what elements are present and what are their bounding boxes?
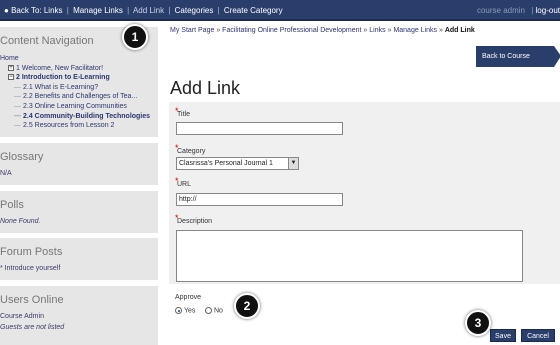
tree-line-icon: — bbox=[14, 122, 21, 130]
required-marker: * bbox=[175, 106, 179, 116]
top-bar: ● Back To: Links | Manage Links | Add Li… bbox=[0, 0, 560, 21]
title-input[interactable] bbox=[176, 122, 343, 135]
tree-item-sub4[interactable]: —2.4 Community-Building Technologies bbox=[0, 112, 158, 122]
back-to-links-link[interactable]: Back To: Links bbox=[11, 6, 62, 15]
tree-item-introduction[interactable]: −2 Introduction to E-Learning bbox=[0, 73, 158, 83]
tree-item-sub5[interactable]: —2.5 Resources from Lesson 2 bbox=[0, 121, 158, 131]
approve-label: Approve bbox=[175, 294, 202, 301]
collapse-icon[interactable]: − bbox=[8, 74, 14, 81]
manage-links-link[interactable]: Manage Links bbox=[73, 6, 123, 15]
glossary-panel: Glossary N/A bbox=[0, 143, 158, 185]
description-textarea[interactable] bbox=[176, 230, 523, 282]
category-select[interactable]: Clasrissa's Personal Journal 1 ▼ bbox=[176, 157, 299, 170]
expand-icon[interactable]: + bbox=[8, 64, 14, 71]
breadcrumb-separator: » bbox=[438, 27, 443, 34]
category-label-text: Category bbox=[177, 148, 206, 155]
breadcrumb-course[interactable]: Facilitating Online Professional Develop… bbox=[222, 27, 361, 34]
panel-title: Polls bbox=[0, 199, 24, 211]
description-label: * Description bbox=[175, 213, 213, 225]
breadcrumb-separator: » bbox=[387, 27, 392, 34]
username: course admin bbox=[476, 6, 525, 15]
breadcrumb-start[interactable]: My Start Page bbox=[170, 27, 214, 34]
breadcrumb-manage[interactable]: Manage Links bbox=[393, 27, 437, 34]
yes-label: Yes bbox=[184, 307, 196, 315]
panel-title: Users Online bbox=[0, 294, 64, 306]
tree-item-sub3[interactable]: —2.3 Online Learning Communities bbox=[0, 102, 158, 112]
polls-panel: Polls None Found. bbox=[0, 191, 158, 233]
required-marker: * bbox=[175, 176, 179, 186]
url-input[interactable]: http:// bbox=[176, 193, 343, 206]
add-link-link[interactable]: Add Link bbox=[133, 6, 164, 15]
breadcrumb-separator: » bbox=[216, 27, 221, 34]
glossary-text: N/A bbox=[0, 170, 12, 177]
category-selected-value: Clasrissa's Personal Journal 1 bbox=[179, 160, 273, 167]
approve-yes-radio[interactable]: Yes bbox=[175, 307, 195, 314]
content-tree: Home +1 Welcome, New Facilitator! −2 Int… bbox=[0, 54, 158, 131]
radio-selected-icon[interactable] bbox=[175, 307, 182, 314]
tree-item-label: 1 Welcome, New Facilitator! bbox=[16, 64, 104, 72]
top-nav: ● Back To: Links | Manage Links | Add Li… bbox=[4, 6, 283, 15]
breadcrumb: My Start Page » Facilitating Online Prof… bbox=[170, 27, 475, 34]
breadcrumb-current: Add Link bbox=[444, 27, 475, 34]
breadcrumb-links[interactable]: Links bbox=[369, 27, 385, 34]
separator: | bbox=[531, 6, 534, 15]
separator: | bbox=[66, 6, 69, 15]
tree-home[interactable]: Home bbox=[0, 54, 158, 64]
categories-link[interactable]: Categories bbox=[175, 6, 214, 15]
save-button[interactable]: Save bbox=[490, 329, 516, 342]
approve-no-radio[interactable]: No bbox=[205, 307, 223, 314]
callout-3: 3 bbox=[465, 310, 491, 336]
breadcrumb-separator: » bbox=[363, 27, 368, 34]
tree-item-sub1[interactable]: —2.1 What is E-Learning? bbox=[0, 83, 158, 93]
required-marker: * bbox=[175, 143, 179, 153]
users-online-panel: Users Online Course Admin Guests are not… bbox=[0, 286, 158, 345]
tree-item-label: 2.4 Community-Building Technologies bbox=[23, 112, 151, 120]
page-title: Add Link bbox=[170, 78, 241, 98]
callout-2: 2 bbox=[234, 293, 260, 319]
tree-item-welcome[interactable]: +1 Welcome, New Facilitator! bbox=[0, 64, 158, 74]
guests-note: Guests are not listed bbox=[0, 324, 65, 331]
panel-title: Forum Posts bbox=[0, 246, 63, 258]
radio-empty-icon[interactable] bbox=[205, 307, 212, 314]
no-label: No bbox=[214, 307, 223, 315]
online-user-link[interactable]: Course Admin bbox=[0, 313, 44, 320]
forum-post-link[interactable]: * Introduce yourself bbox=[0, 265, 60, 272]
tree-line-icon: — bbox=[14, 112, 21, 120]
tree-item-label: 2.1 What is E-Learning? bbox=[23, 83, 99, 91]
logout-link[interactable]: log-out bbox=[536, 6, 560, 15]
callout-1: 1 bbox=[122, 24, 148, 50]
tree-item-label: 2.3 Online Learning Communities bbox=[23, 102, 127, 110]
tree-line-icon: — bbox=[14, 83, 21, 91]
tree-item-label: 2 Introduction to E-Learning bbox=[16, 74, 110, 82]
cancel-button[interactable]: Cancel bbox=[521, 329, 555, 342]
polls-text: None Found. bbox=[0, 218, 41, 225]
title-label: * Title bbox=[175, 106, 190, 118]
panel-title: Content Navigation bbox=[0, 35, 94, 47]
chevron-down-icon[interactable]: ▼ bbox=[288, 158, 298, 169]
back-to-course-button[interactable]: Back to Course bbox=[476, 46, 560, 67]
tree-line-icon: — bbox=[14, 93, 21, 101]
separator: | bbox=[217, 6, 220, 15]
tree-item-sub2[interactable]: —2.2 Benefits and Challenges of Tea... bbox=[0, 92, 158, 102]
separator: | bbox=[168, 6, 171, 15]
dot-icon: ● bbox=[4, 6, 9, 15]
category-label: * Category bbox=[175, 143, 206, 155]
tree-item-label: 2.2 Benefits and Challenges of Tea... bbox=[23, 93, 138, 101]
url-label-text: URL bbox=[177, 181, 192, 188]
required-marker: * bbox=[175, 213, 179, 223]
tree-item-label: 2.5 Resources from Lesson 2 bbox=[23, 122, 115, 130]
create-category-link[interactable]: Create Category bbox=[224, 6, 283, 15]
separator: | bbox=[127, 6, 130, 15]
url-label: * URL bbox=[175, 176, 192, 188]
forum-posts-panel: Forum Posts * Introduce yourself bbox=[0, 238, 158, 280]
tree-line-icon: — bbox=[14, 102, 21, 110]
user-area: course admin | log-out bbox=[477, 6, 560, 15]
description-label-text: Description bbox=[177, 218, 213, 225]
panel-title: Glossary bbox=[0, 151, 44, 163]
